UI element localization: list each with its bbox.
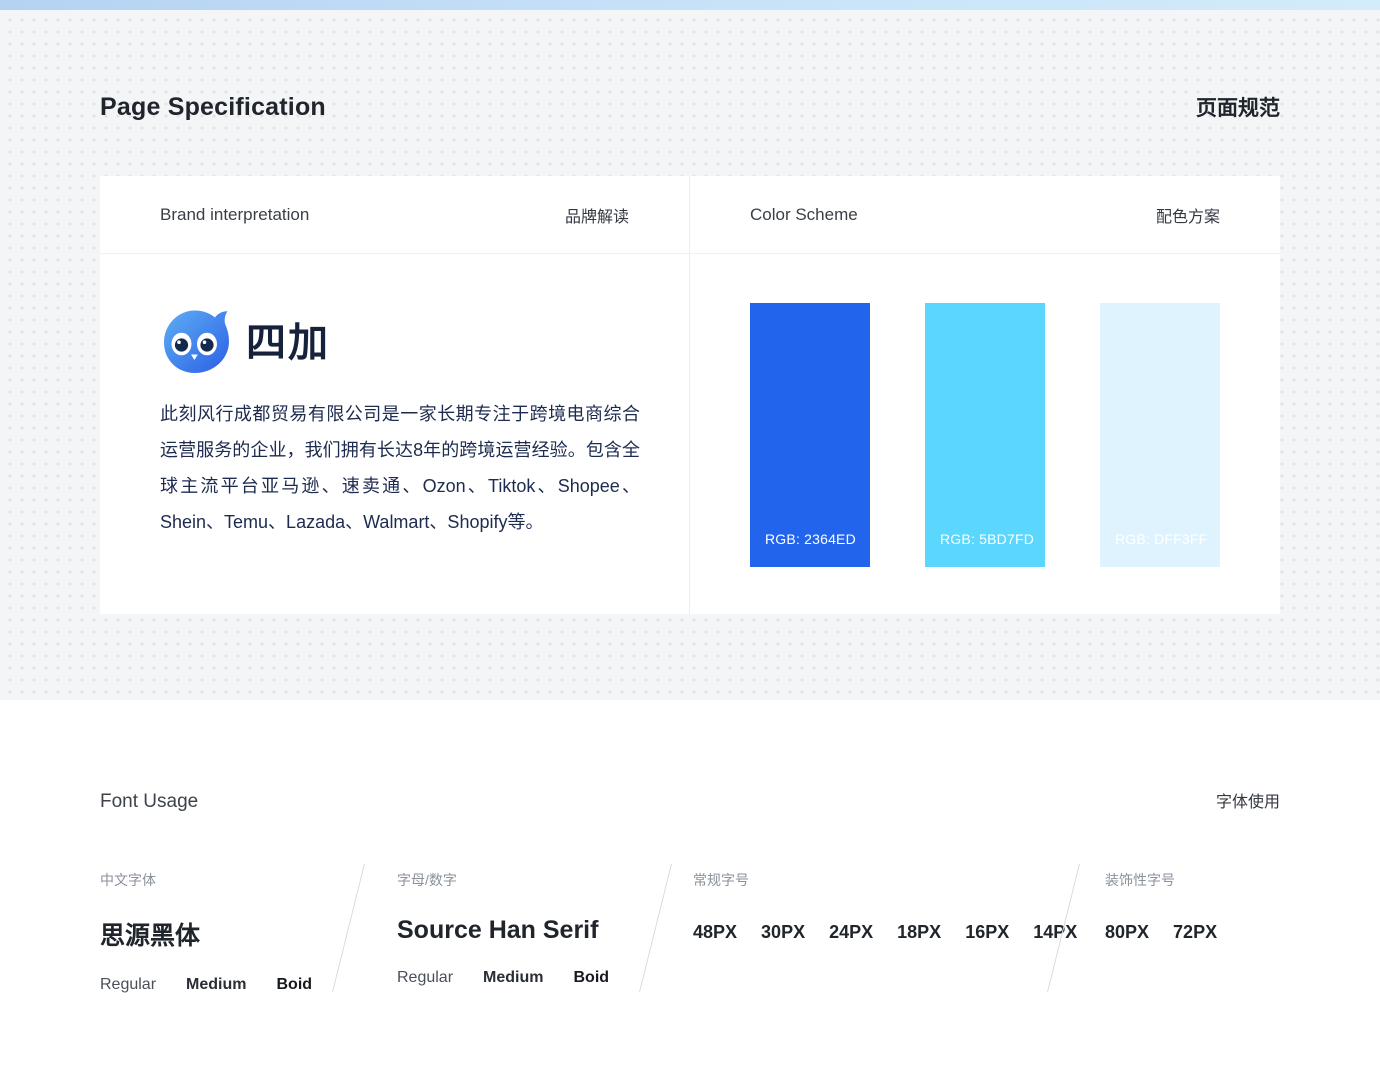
brand-header-en: Brand interpretation	[160, 205, 309, 225]
brand-name: 四加	[246, 310, 330, 368]
diagonal-divider	[639, 864, 672, 992]
font-weights: Regular Medium Boid	[100, 976, 312, 994]
weight-medium: Medium	[186, 976, 246, 994]
color-header-en: Color Scheme	[750, 205, 858, 225]
size-item: 24PX	[829, 922, 873, 943]
font-column-label: 字母/数字	[397, 870, 609, 890]
size-item: 16PX	[965, 922, 1009, 943]
brand-interpretation-panel: Brand interpretation 品牌解读	[100, 176, 690, 614]
swatch-label: RGB: DFF3FF	[1115, 531, 1207, 547]
color-swatch-tertiary: RGB: DFF3FF	[1100, 303, 1220, 567]
brand-header-zh: 品牌解读	[565, 203, 629, 227]
weight-regular: Regular	[397, 969, 453, 987]
font-weights: Regular Medium Boid	[397, 969, 609, 987]
brand-logo-icon	[160, 304, 230, 374]
diagonal-divider	[332, 864, 365, 992]
size-item: 18PX	[897, 922, 941, 943]
specification-card: Brand interpretation 品牌解读	[100, 176, 1280, 614]
font-column-label: 常规字号	[693, 870, 1077, 890]
brand-panel-body: 四加 此刻风行成都贸易有限公司是一家长期专注于跨境电商综合运营服务的企业，我们拥…	[100, 254, 689, 540]
page-title: Page Specification	[100, 93, 326, 122]
font-column-regular-sizes: 常规字号 48PX 30PX 24PX 18PX 16PX 14PX	[693, 870, 1077, 943]
top-accent-bar	[0, 0, 1380, 10]
size-item: 14PX	[1033, 922, 1077, 943]
font-column-value: Source Han Serif	[397, 916, 609, 945]
page-header: Page Specification 页面规范	[100, 92, 1280, 122]
font-column-value: 思源黑体	[100, 916, 312, 952]
font-column-latin: 字母/数字 Source Han Serif Regular Medium Bo…	[397, 870, 609, 987]
size-item: 72PX	[1173, 922, 1217, 943]
brand-row: 四加	[160, 304, 639, 374]
swatch-label: RGB: 5BD7FD	[940, 531, 1034, 547]
font-usage-title-zh: 字体使用	[1216, 788, 1280, 812]
color-swatch-primary: RGB: 2364ED	[750, 303, 870, 567]
color-scheme-panel: Color Scheme 配色方案 RGB: 2364ED RGB: 5BD7F…	[690, 176, 1280, 614]
font-column-label: 装饰性字号	[1105, 870, 1217, 890]
font-usage-title: Font Usage	[100, 791, 198, 813]
font-column-label: 中文字体	[100, 870, 312, 890]
page-title-zh: 页面规范	[1196, 92, 1280, 122]
color-panel-header: Color Scheme 配色方案	[690, 176, 1280, 254]
weight-bold: Boid	[573, 969, 609, 987]
size-item: 80PX	[1105, 922, 1149, 943]
font-sizes: 80PX 72PX	[1105, 922, 1217, 943]
font-usage-header: Font Usage 字体使用	[100, 788, 1280, 813]
size-item: 30PX	[761, 922, 805, 943]
size-item: 48PX	[693, 922, 737, 943]
brand-description: 此刻风行成都贸易有限公司是一家长期专注于跨境电商综合运营服务的企业，我们拥有长达…	[160, 396, 640, 540]
swatch-row: RGB: 2364ED RGB: 5BD7FD RGB: DFF3FF	[690, 254, 1280, 567]
weight-bold: Boid	[276, 976, 312, 994]
font-column-chinese: 中文字体 思源黑体 Regular Medium Boid	[100, 870, 312, 994]
weight-regular: Regular	[100, 976, 156, 994]
weight-medium: Medium	[483, 969, 543, 987]
swatch-label: RGB: 2364ED	[765, 531, 856, 547]
font-sizes: 48PX 30PX 24PX 18PX 16PX 14PX	[693, 922, 1077, 943]
color-swatch-secondary: RGB: 5BD7FD	[925, 303, 1045, 567]
font-column-decorative-sizes: 装饰性字号 80PX 72PX	[1105, 870, 1217, 943]
color-header-zh: 配色方案	[1156, 203, 1220, 227]
brand-panel-header: Brand interpretation 品牌解读	[100, 176, 689, 254]
